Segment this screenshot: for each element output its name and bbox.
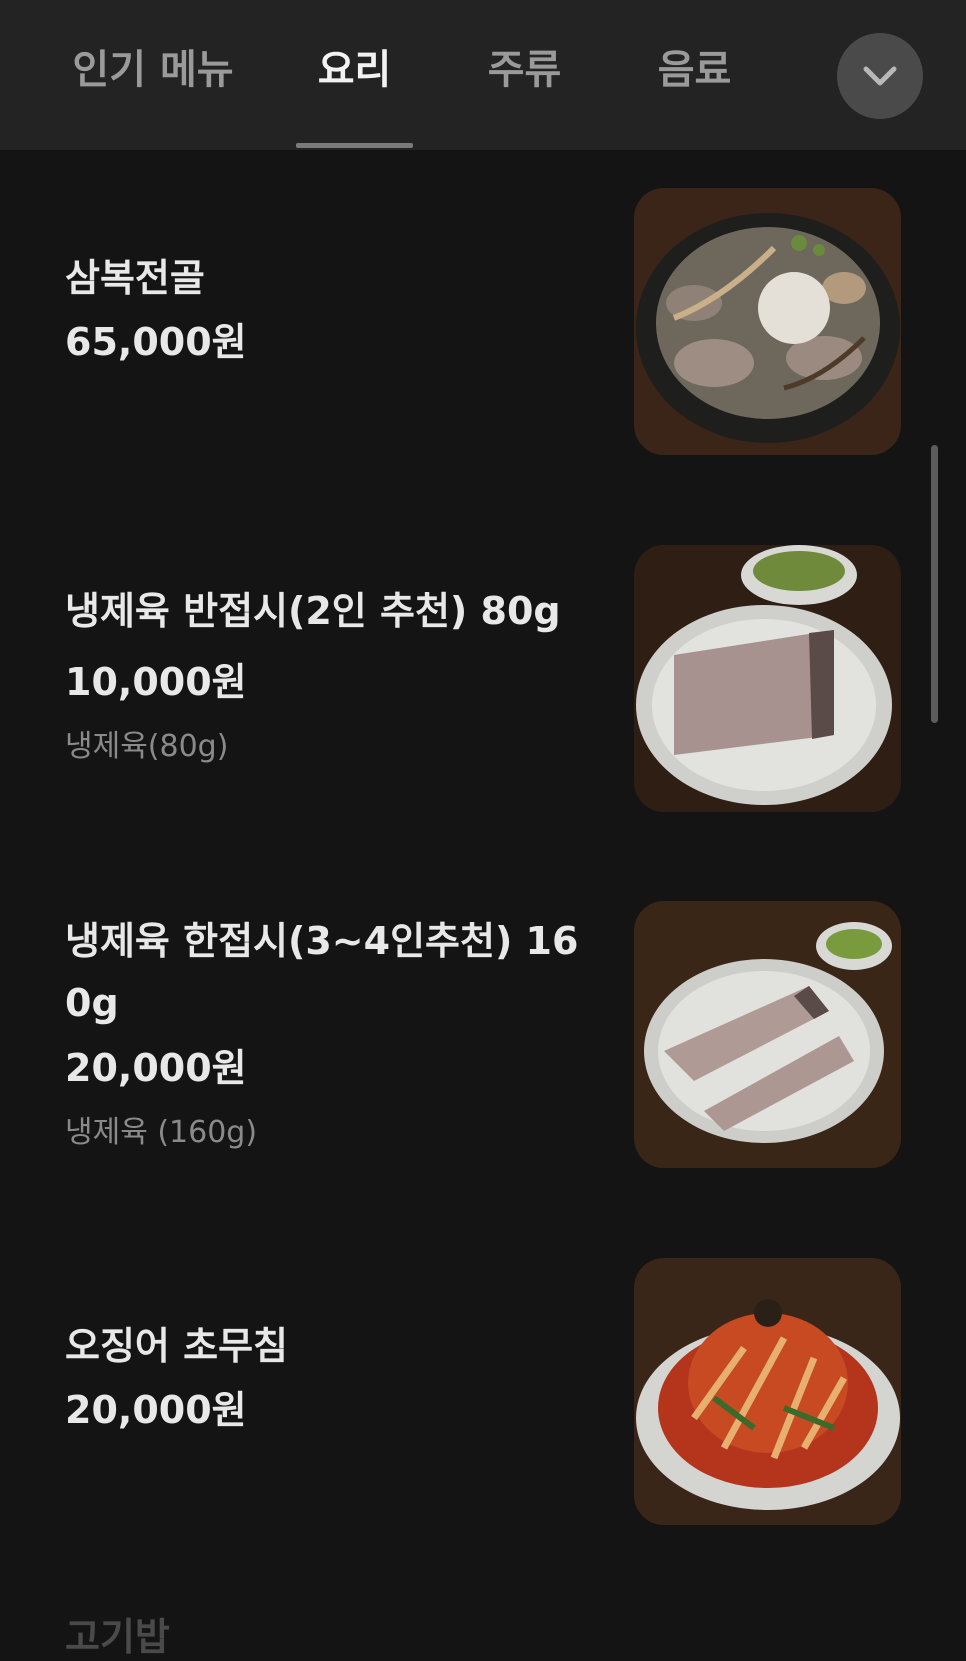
squid-salad-photo [634, 1258, 901, 1525]
hotpot-photo [634, 188, 901, 455]
menu-item[interactable]: 냉제육 반접시(2인 추천) 80g 10,000원 냉제육(80g) [0, 500, 966, 855]
menu-item-description: 냉제육(80g) [65, 729, 229, 764]
sliced-pork-half-plate-photo [634, 545, 901, 812]
menu-item-name: 냉제육 한접시(3~4인추천) 160g [65, 919, 579, 1025]
active-tab-indicator [296, 143, 413, 148]
menu-item-price: 65,000원 [65, 320, 247, 364]
menu-item-name: 냉제육 반접시(2인 추천) 80g [65, 589, 561, 633]
menu-item-name: 오징어 초무침 [65, 1324, 288, 1368]
tab-dishes[interactable]: 요리 [296, 40, 413, 100]
sliced-pork-full-plate-photo [634, 901, 901, 1168]
menu-item[interactable]: 냉제육 한접시(3~4인추천) 160g 20,000원 냉제육 (160g) [0, 855, 966, 1210]
tab-popular-menu[interactable]: 인기 메뉴 [68, 40, 238, 100]
menu-item-price: 20,000원 [65, 1388, 247, 1432]
menu-item-price: 10,000원 [65, 660, 247, 704]
chevron-down-icon [863, 66, 897, 86]
menu-item[interactable]: 삼복전골 65,000원 [0, 150, 966, 500]
menu-item-description: 냉제육 (160g) [65, 1115, 258, 1150]
more-categories-button[interactable] [837, 33, 923, 119]
menu-item[interactable]: 오징어 초무침 20,000원 [0, 1210, 966, 1560]
tab-liquor[interactable]: 주류 [466, 40, 583, 100]
menu-item-name-partial: 고기밥 [65, 1615, 170, 1659]
menu-item-name: 삼복전골 [65, 256, 205, 300]
category-tab-bar: 인기 메뉴 요리 주류 음료 [0, 0, 966, 150]
tab-beverages[interactable]: 음료 [636, 40, 753, 100]
scrollbar[interactable] [931, 445, 938, 723]
menu-item-price: 20,000원 [65, 1046, 247, 1090]
